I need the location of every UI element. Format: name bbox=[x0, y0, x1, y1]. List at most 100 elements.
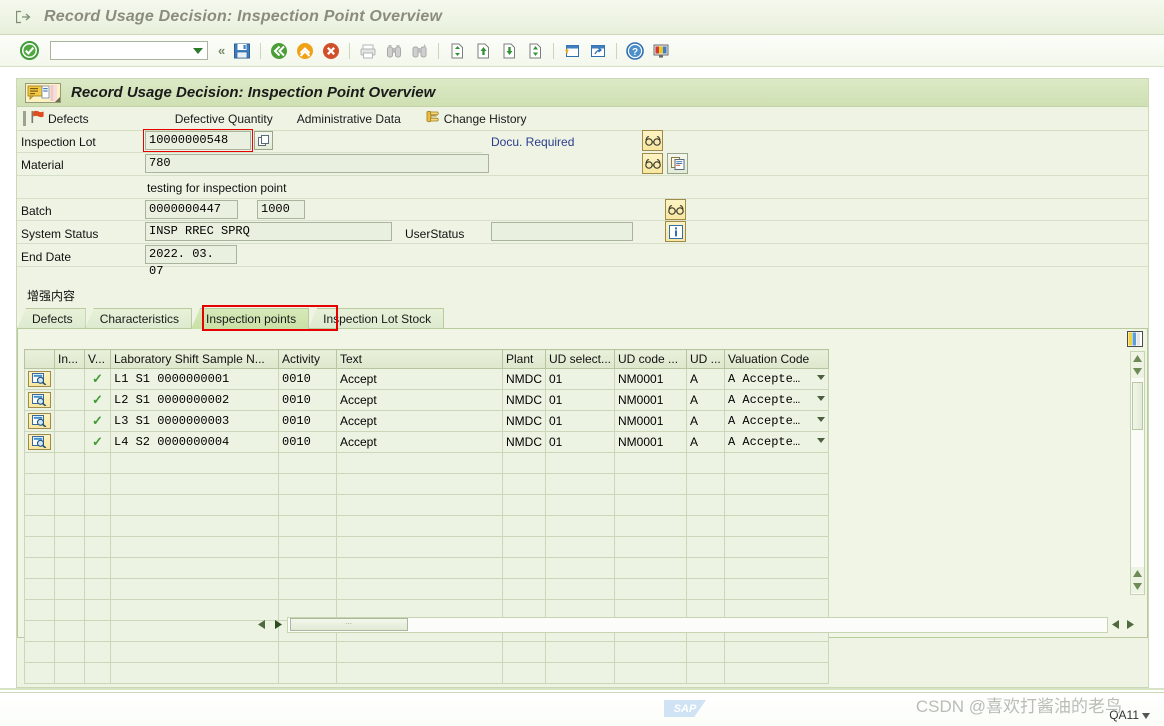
scroll-up-arrow-icon[interactable] bbox=[1131, 352, 1144, 365]
yellow-up-arrow-icon[interactable] bbox=[294, 40, 316, 62]
empty-cell[interactable] bbox=[503, 558, 546, 579]
row-text[interactable]: Accept bbox=[337, 390, 503, 411]
tab-inspection-points[interactable]: Inspection points bbox=[191, 308, 309, 329]
plant-input[interactable]: 1000 bbox=[257, 200, 305, 219]
row-valuation-code[interactable]: A Accepte… bbox=[725, 390, 829, 411]
empty-cell[interactable] bbox=[615, 537, 687, 558]
empty-cell[interactable] bbox=[55, 537, 85, 558]
row-detail-button-cell[interactable] bbox=[25, 432, 55, 453]
system-id-indicator[interactable]: QA11 bbox=[1109, 708, 1150, 722]
row-ud-selected-set[interactable]: 01 bbox=[546, 390, 615, 411]
table-row[interactable]: ✓L3 S1 00000000030010AcceptNMDC01NM0001A… bbox=[25, 411, 829, 432]
empty-cell[interactable] bbox=[25, 516, 55, 537]
empty-cell[interactable] bbox=[546, 579, 615, 600]
empty-cell[interactable] bbox=[111, 474, 279, 495]
empty-cell[interactable] bbox=[55, 453, 85, 474]
chevron-down-icon[interactable] bbox=[817, 417, 825, 422]
batch-input[interactable]: 0000000447 bbox=[145, 200, 238, 219]
page-first-icon[interactable] bbox=[446, 40, 468, 62]
administrative-data-button[interactable]: Administrative Data bbox=[297, 112, 401, 126]
chevron-down-icon[interactable] bbox=[817, 396, 825, 401]
empty-cell[interactable] bbox=[25, 621, 55, 642]
table-row[interactable]: ✓L1 S1 00000000010010AcceptNMDC01NM0001A… bbox=[25, 369, 829, 390]
table-row-empty[interactable] bbox=[25, 495, 829, 516]
chevron-down-icon[interactable] bbox=[817, 375, 825, 380]
table-row-empty[interactable] bbox=[25, 537, 829, 558]
magnifier-detail-icon[interactable] bbox=[28, 371, 51, 387]
empty-cell[interactable] bbox=[546, 663, 615, 684]
empty-cell[interactable] bbox=[85, 558, 111, 579]
col-ud-code[interactable]: UD ... bbox=[687, 350, 725, 369]
row-ud-code[interactable]: A bbox=[687, 390, 725, 411]
col-sample[interactable]: Laboratory Shift Sample N... bbox=[111, 350, 279, 369]
hscroll-left-end-arrow-icon[interactable] bbox=[1108, 620, 1123, 629]
empty-cell[interactable] bbox=[337, 663, 503, 684]
empty-cell[interactable] bbox=[546, 558, 615, 579]
empty-cell[interactable] bbox=[337, 495, 503, 516]
empty-cell[interactable] bbox=[725, 453, 829, 474]
row-activity[interactable]: 0010 bbox=[279, 390, 337, 411]
display-material-button[interactable] bbox=[642, 153, 663, 174]
empty-cell[interactable] bbox=[279, 663, 337, 684]
chevron-down-icon[interactable] bbox=[1142, 708, 1150, 722]
empty-cell[interactable] bbox=[55, 474, 85, 495]
empty-cell[interactable] bbox=[687, 516, 725, 537]
row-plant[interactable]: NMDC bbox=[503, 432, 546, 453]
empty-cell[interactable] bbox=[687, 663, 725, 684]
magnifier-detail-icon[interactable] bbox=[28, 392, 51, 408]
empty-cell[interactable] bbox=[111, 495, 279, 516]
new-session-icon[interactable] bbox=[561, 40, 583, 62]
empty-cell[interactable] bbox=[25, 495, 55, 516]
row-inspection-point[interactable] bbox=[55, 369, 85, 390]
material-documents-button[interactable] bbox=[667, 153, 688, 174]
empty-cell[interactable] bbox=[615, 516, 687, 537]
printer-icon[interactable] bbox=[357, 40, 379, 62]
empty-cell[interactable] bbox=[725, 537, 829, 558]
empty-cell[interactable] bbox=[546, 474, 615, 495]
empty-cell[interactable] bbox=[25, 558, 55, 579]
empty-cell[interactable] bbox=[85, 621, 111, 642]
col-activity[interactable]: Activity bbox=[279, 350, 337, 369]
empty-cell[interactable] bbox=[279, 558, 337, 579]
empty-cell[interactable] bbox=[85, 516, 111, 537]
empty-cell[interactable] bbox=[503, 516, 546, 537]
empty-cell[interactable] bbox=[687, 558, 725, 579]
red-cancel-icon[interactable] bbox=[320, 40, 342, 62]
row-inspection-point[interactable] bbox=[55, 411, 85, 432]
empty-cell[interactable] bbox=[85, 600, 111, 621]
empty-cell[interactable] bbox=[546, 642, 615, 663]
empty-cell[interactable] bbox=[687, 537, 725, 558]
row-sample-number[interactable]: L2 S1 0000000002 bbox=[111, 390, 279, 411]
green-back-arrow-icon[interactable] bbox=[268, 40, 290, 62]
empty-cell[interactable] bbox=[615, 642, 687, 663]
empty-cell[interactable] bbox=[279, 495, 337, 516]
empty-cell[interactable] bbox=[503, 495, 546, 516]
inspection-lot-input[interactable]: 10000000548 bbox=[145, 131, 251, 150]
row-valuation-code[interactable]: A Accepte… bbox=[725, 411, 829, 432]
empty-cell[interactable] bbox=[725, 516, 829, 537]
empty-cell[interactable] bbox=[25, 600, 55, 621]
col-ud-selected-set[interactable]: UD select... bbox=[546, 350, 615, 369]
empty-cell[interactable] bbox=[111, 537, 279, 558]
empty-cell[interactable] bbox=[55, 621, 85, 642]
empty-cell[interactable] bbox=[111, 663, 279, 684]
tab-characteristics[interactable]: Characteristics bbox=[85, 308, 192, 329]
empty-cell[interactable] bbox=[546, 495, 615, 516]
tab-inspection-lot-stock[interactable]: Inspection Lot Stock bbox=[308, 308, 444, 329]
empty-cell[interactable] bbox=[279, 579, 337, 600]
scroll-page-up-arrow-icon[interactable] bbox=[1131, 567, 1144, 580]
help-question-icon[interactable]: ? bbox=[624, 40, 646, 62]
docu-required-link[interactable]: Docu. Required bbox=[491, 135, 574, 149]
empty-cell[interactable] bbox=[25, 537, 55, 558]
row-plant[interactable]: NMDC bbox=[503, 369, 546, 390]
empty-cell[interactable] bbox=[503, 474, 546, 495]
empty-cell[interactable] bbox=[55, 663, 85, 684]
empty-cell[interactable] bbox=[725, 642, 829, 663]
col-detail[interactable] bbox=[25, 350, 55, 369]
table-row-empty[interactable] bbox=[25, 579, 829, 600]
exit-arrow-icon[interactable] bbox=[16, 10, 32, 24]
row-valuation-code[interactable]: A Accepte… bbox=[725, 369, 829, 390]
page-down-icon[interactable] bbox=[498, 40, 520, 62]
empty-cell[interactable] bbox=[615, 663, 687, 684]
empty-cell[interactable] bbox=[111, 558, 279, 579]
